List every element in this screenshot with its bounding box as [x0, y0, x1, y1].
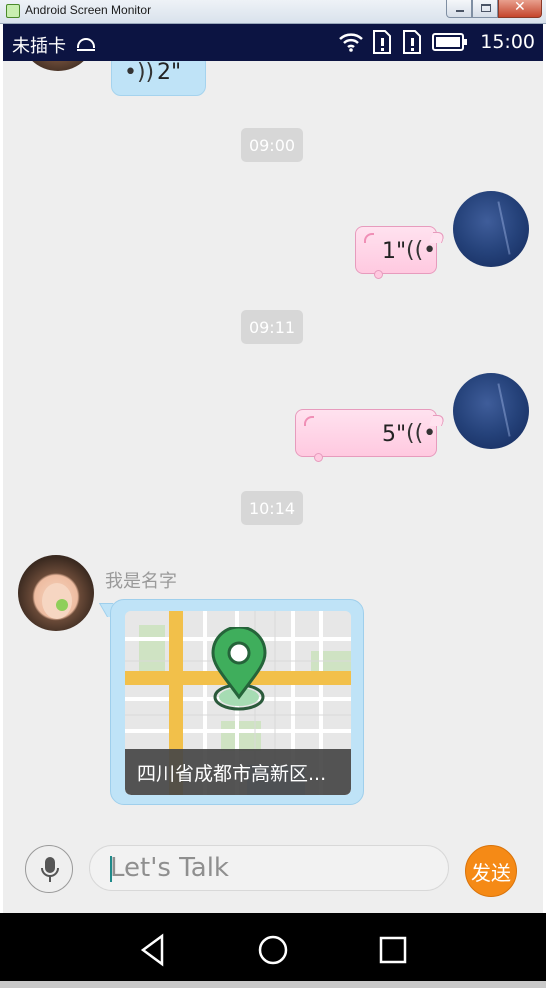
sender-name: 我是名字 — [105, 571, 177, 592]
window-bottom-edge — [0, 981, 546, 988]
bubble-decoration — [314, 453, 323, 462]
voice-message-bubble[interactable]: 5" ((• — [295, 409, 437, 462]
screen: Android Screen Monitor ✕ 未插卡 15:00 •)) 2… — [0, 0, 546, 988]
microphone-icon — [41, 857, 59, 882]
voice-duration: 5" — [382, 422, 407, 447]
maximize-button[interactable] — [472, 0, 498, 18]
voice-message-bubble[interactable]: •)) 2" — [111, 61, 206, 96]
location-message-bubble[interactable]: 四川省成都市高新区... — [110, 599, 364, 805]
avatar[interactable] — [18, 555, 94, 631]
back-icon[interactable] — [138, 933, 168, 967]
window-controls: ✕ — [446, 0, 542, 18]
app-icon — [6, 4, 20, 18]
voice-input-button[interactable] — [25, 845, 73, 893]
time-divider: 10:14 — [241, 491, 303, 525]
android-icon — [77, 38, 95, 51]
time-divider: 09:00 — [241, 128, 303, 162]
location-pin-icon — [211, 627, 267, 711]
avatar[interactable] — [20, 61, 96, 71]
close-button[interactable]: ✕ — [498, 0, 542, 18]
status-icons: 15:00 — [338, 30, 535, 54]
close-icon: ✕ — [514, 0, 526, 15]
text-cursor — [110, 856, 112, 882]
maximize-icon — [481, 4, 491, 12]
window-title-bar: Android Screen Monitor ✕ — [0, 0, 546, 24]
minimize-icon — [456, 10, 464, 12]
status-time: 15:00 — [480, 31, 535, 53]
location-address: 四川省成都市高新区... — [125, 749, 351, 795]
sim-icon — [403, 30, 422, 54]
battery-icon — [432, 33, 468, 51]
navigation-bar — [0, 913, 546, 988]
message-input-placeholder: Let's Talk — [110, 853, 229, 883]
chat-area[interactable]: •)) 2" 09:00 1" ((• 09:11 5" ((• 10:14 我… — [3, 61, 543, 913]
sim-icon — [373, 30, 392, 54]
avatar[interactable] — [453, 191, 529, 267]
voice-waves-icon: ((• — [406, 421, 437, 446]
voice-duration: 1" — [382, 239, 407, 264]
input-bar: Let's Talk 发送 — [3, 833, 543, 913]
bubble-decoration — [374, 270, 383, 279]
voice-waves-icon: ((• — [406, 238, 437, 263]
minimize-button[interactable] — [446, 0, 472, 18]
recents-icon[interactable] — [378, 935, 408, 965]
send-button[interactable]: 发送 — [465, 845, 517, 897]
window-title: Android Screen Monitor — [25, 3, 152, 17]
voice-duration: 2" — [157, 61, 182, 85]
bubble-decoration — [304, 416, 314, 426]
status-bar: 未插卡 15:00 — [3, 24, 543, 61]
wifi-icon — [339, 33, 364, 52]
carrier-label: 未插卡 — [12, 36, 66, 57]
map-thumbnail: 四川省成都市高新区... — [125, 611, 351, 795]
voice-waves-icon: •)) — [124, 61, 155, 85]
avatar[interactable] — [453, 373, 529, 449]
message-input[interactable]: Let's Talk — [89, 845, 449, 891]
time-divider: 09:11 — [241, 310, 303, 344]
home-icon[interactable] — [256, 933, 290, 967]
voice-message-bubble[interactable]: 1" ((• — [355, 226, 437, 279]
bubble-decoration — [364, 233, 374, 243]
